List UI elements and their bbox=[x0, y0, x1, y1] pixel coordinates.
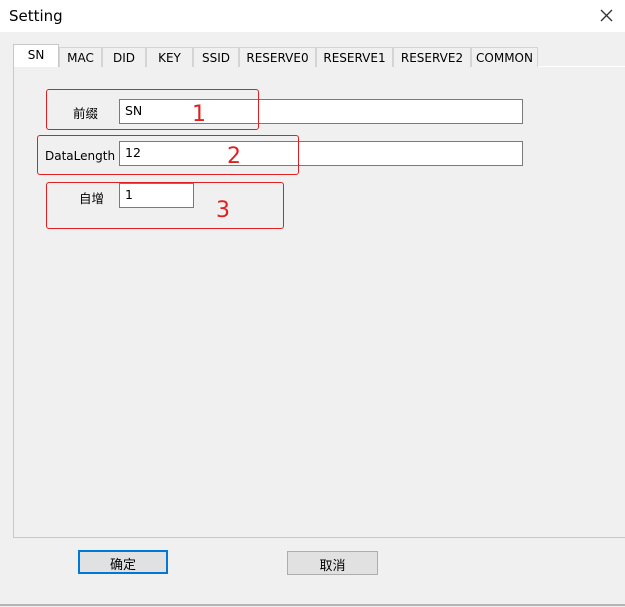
tab-reserve1[interactable]: RESERVE1 bbox=[316, 47, 393, 67]
annotation-number-1: 1 bbox=[192, 102, 206, 127]
tab-common[interactable]: COMMON bbox=[471, 47, 538, 67]
annotation-box-2 bbox=[37, 135, 299, 175]
title-bar: Setting bbox=[0, 0, 625, 32]
tab-sn[interactable]: SN bbox=[13, 44, 59, 67]
tab-mac[interactable]: MAC bbox=[59, 47, 102, 67]
tab-reserve0[interactable]: RESERVE0 bbox=[239, 47, 316, 67]
tab-did[interactable]: DID bbox=[102, 47, 146, 67]
annotation-number-3: 3 bbox=[216, 198, 230, 223]
annotation-box-3 bbox=[46, 182, 284, 229]
close-icon[interactable] bbox=[592, 3, 620, 29]
cancel-button[interactable]: 取消 bbox=[287, 551, 378, 575]
ok-button[interactable]: 确定 bbox=[78, 550, 168, 574]
window-title: Setting bbox=[9, 7, 63, 25]
annotation-number-2: 2 bbox=[227, 144, 241, 169]
tab-ssid[interactable]: SSID bbox=[193, 47, 239, 67]
tab-reserve2[interactable]: RESERVE2 bbox=[393, 47, 471, 67]
bottom-border bbox=[0, 604, 625, 606]
tab-key[interactable]: KEY bbox=[146, 47, 193, 67]
annotation-box-1 bbox=[46, 89, 259, 130]
